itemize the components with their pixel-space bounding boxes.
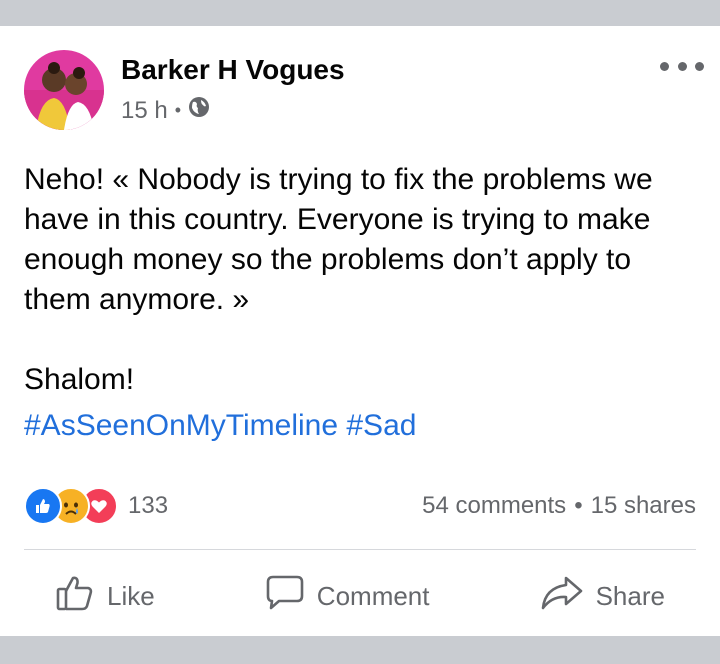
more-options-icon[interactable] [660, 54, 704, 78]
comments-count[interactable]: 54 comments [422, 492, 566, 520]
post-body: Neho! « Nobody is trying to fix the prob… [24, 160, 704, 400]
share-label: Share [595, 580, 665, 611]
share-button[interactable]: Share [540, 574, 665, 619]
post-text-paragraph-1: Neho! « Nobody is trying to fix the prob… [24, 163, 653, 316]
action-bar: Like Comment Share [0, 566, 720, 626]
hashtag-link[interactable]: #AsSeenOnMyTimeline [24, 409, 338, 442]
globe-icon [188, 96, 210, 125]
reaction-count: 133 [128, 492, 169, 519]
divider [24, 549, 696, 550]
post-text-paragraph-2: Shalom! [24, 363, 135, 396]
hashtag-link[interactable]: #Sad [346, 409, 416, 442]
like-label: Like [107, 580, 155, 611]
post-time[interactable]: 15 h [121, 97, 168, 125]
like-reaction-icon [24, 487, 62, 525]
author-avatar[interactable] [24, 50, 104, 130]
share-arrow-icon [540, 574, 596, 619]
thumbs-up-icon [55, 574, 107, 619]
shares-count[interactable]: 15 shares [591, 492, 696, 520]
comment-label: Comment [316, 580, 430, 611]
reaction-summary[interactable]: 133 [24, 487, 168, 525]
like-button[interactable]: Like [55, 574, 155, 619]
post-card: Barker H Vogues 15 h • Neho! « Nobody is… [0, 26, 720, 636]
hashtag-list: #AsSeenOnMyTimeline #Sad [24, 406, 416, 446]
comment-button[interactable]: Comment [265, 574, 430, 619]
comment-bubble-icon [265, 574, 317, 619]
engagement-stats: 54 comments • 15 shares [422, 492, 696, 520]
post-meta: 15 h • [121, 96, 210, 125]
author-name[interactable]: Barker H Vogues [121, 54, 345, 86]
meta-separator: • [174, 100, 182, 120]
stats-separator: • [574, 492, 583, 519]
